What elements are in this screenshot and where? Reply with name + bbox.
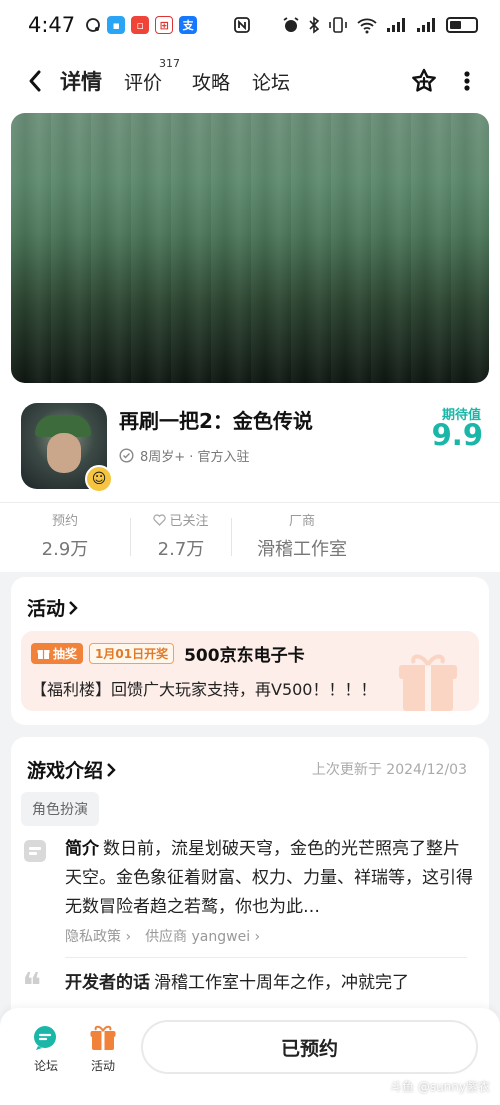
- wifi-icon: [357, 18, 377, 34]
- more-icon[interactable]: [464, 70, 470, 92]
- bottom-activity-button[interactable]: 活动: [79, 1024, 127, 1074]
- intro-links: 隐私政策 › 供应商 yangwei ›: [65, 926, 260, 946]
- stat-label-text: 已关注: [169, 514, 209, 529]
- banner-image: [11, 113, 489, 383]
- summary-label: 简介: [65, 839, 99, 859]
- activity-card: 活动 抽奖 1月01日开奖 500京东电子卡 【福利楼】回馈广大玩家支持，再V5…: [11, 577, 489, 725]
- tab-reviews[interactable]: 评价 317: [124, 57, 180, 95]
- quote-icon: ❝: [22, 966, 42, 1007]
- chat-bubble-icon: [86, 18, 101, 32]
- app-train-icon: ⊞: [155, 16, 174, 34]
- game-icon-face: [47, 433, 81, 473]
- reserved-button[interactable]: 已预约: [141, 1020, 478, 1074]
- privacy-link[interactable]: 隐私政策 ›: [65, 926, 131, 946]
- tab-bar: 详情 评价 317 攻略 论坛: [58, 57, 290, 96]
- bottom-activity-label: 活动: [90, 1059, 115, 1073]
- game-banner[interactable]: [11, 113, 489, 383]
- game-icon[interactable]: ☺: [21, 403, 113, 493]
- system-icons: [282, 16, 478, 34]
- alipay-icon: 支: [179, 16, 198, 34]
- expect-value: 9.9: [431, 418, 483, 452]
- activity-prize: 500京东电子卡: [184, 646, 305, 666]
- review-count: 317: [159, 56, 181, 70]
- genre-tag[interactable]: 角色扮演: [21, 792, 99, 826]
- stat-value: 滑稽工作室: [257, 539, 347, 560]
- tab-details[interactable]: 详情: [58, 66, 104, 96]
- privacy-link-text: 隐私政策: [65, 929, 121, 945]
- bluetooth-icon: [309, 16, 320, 34]
- heart-icon: [153, 513, 167, 526]
- star-add-icon[interactable]: [410, 67, 438, 95]
- supplier-link-text: 供应商 yangwei: [145, 929, 251, 945]
- gift-icon: [90, 1025, 116, 1050]
- tab-reviews-label: 评价: [124, 71, 163, 94]
- game-intro-card: 游戏介绍 上次更新于 2024/12/03 角色扮演 简介 数日前，流星划破天穹，…: [11, 737, 489, 1037]
- stat-followers: 已关注 2.7万: [131, 510, 231, 568]
- nfc-icon: [234, 17, 251, 33]
- game-title: 再刷一把2：金色传说: [119, 409, 313, 433]
- stat-label: 预约: [51, 514, 78, 529]
- back-button[interactable]: [20, 66, 50, 96]
- tab-guides[interactable]: 攻略: [192, 68, 230, 95]
- notification-icons: ▪ ▫ ⊞ 支: [85, 16, 251, 34]
- supplier-link[interactable]: 供应商 yangwei ›: [145, 926, 260, 946]
- intro-summary[interactable]: 简介 数日前，流星划破天穹，金色的光芒照亮了整片天空。金色象征着财富、权力、力量、…: [65, 835, 475, 922]
- draw-date-badge: 1月01日开奖: [89, 643, 175, 664]
- gift-icon: [399, 654, 457, 711]
- chevron-left-icon: [29, 70, 41, 92]
- lottery-badge-text: 抽奖: [53, 647, 78, 661]
- activity-header: 抽奖 1月01日开奖 500京东电子卡: [31, 641, 305, 666]
- top-nav: 详情 评价 317 攻略 论坛: [0, 52, 500, 110]
- watermark: 斗鱼 @sunny紫衣: [390, 1080, 490, 1094]
- app-red-icon: ▫: [131, 16, 150, 34]
- stat-reservations: 预约 2.9万: [0, 510, 130, 568]
- battery-icon: [446, 17, 478, 33]
- activity-description: 【福利楼】回馈广大玩家支持，再V500！！！！: [31, 680, 377, 699]
- divider: [0, 502, 500, 503]
- stat-label: 已关注: [153, 510, 209, 529]
- alarm-icon: [283, 17, 299, 32]
- battery-level: [450, 21, 461, 29]
- chevron-right-icon: [107, 762, 116, 777]
- tab-forum[interactable]: 论坛: [252, 68, 290, 95]
- bottom-forum-button[interactable]: 论坛: [22, 1024, 70, 1074]
- check-circle-icon: [119, 448, 134, 463]
- stats-row: 预约 2.9万 已关注 2.7万 厂商 滑稽工作室: [0, 510, 500, 568]
- status-time: 4:47: [28, 13, 76, 37]
- stat-label: 厂商: [288, 514, 315, 529]
- status-bar: 4:47 ▪ ▫ ⊞ 支: [0, 0, 500, 50]
- stat-value: 2.7万: [157, 539, 205, 560]
- game-tags: 8周岁+ · 官方入驻: [119, 446, 250, 465]
- intro-title-text: 游戏介绍: [27, 760, 104, 782]
- forum-icon: [34, 1026, 56, 1050]
- dev-label: 开发者的话: [65, 973, 150, 993]
- dev-text: 滑稽工作室十周年之作，冲就完了: [154, 973, 409, 993]
- game-info: ☺ 再刷一把2：金色传说 8周岁+ · 官方入驻 期待值 9.9: [0, 400, 500, 495]
- document-icon: [24, 840, 46, 862]
- activity-title[interactable]: 活动: [27, 594, 79, 621]
- summary-text: 数日前，流星划破天穹，金色的光芒照亮了整片天空。金色象征着财富、权力、力量、祥瑞…: [65, 839, 473, 917]
- developer-note: 开发者的话 滑稽工作室十周年之作，冲就完了: [65, 969, 475, 998]
- signal-icon: [417, 18, 435, 32]
- game-tags-text: 8周岁+ · 官方入驻: [140, 450, 250, 465]
- bottom-forum-label: 论坛: [33, 1059, 58, 1073]
- activity-title-text: 活动: [27, 598, 66, 620]
- app-blue-icon: ▪: [107, 16, 126, 34]
- smiley-icon: ☺: [85, 465, 113, 493]
- last-updated: 上次更新于 2024/12/03: [311, 762, 467, 778]
- nav-actions: [410, 67, 470, 95]
- intro-title[interactable]: 游戏介绍: [27, 756, 117, 783]
- gift-icon: [37, 650, 50, 659]
- vibrate-icon: [329, 17, 347, 33]
- stat-developer[interactable]: 厂商 滑稽工作室: [232, 510, 372, 568]
- divider: [65, 957, 467, 958]
- activity-item[interactable]: 抽奖 1月01日开奖 500京东电子卡 【福利楼】回馈广大玩家支持，再V500！…: [21, 631, 479, 711]
- stat-value: 2.9万: [41, 539, 89, 560]
- lottery-badge: 抽奖: [31, 643, 84, 664]
- signal-icon: [387, 18, 405, 32]
- chevron-right-icon: [69, 600, 78, 615]
